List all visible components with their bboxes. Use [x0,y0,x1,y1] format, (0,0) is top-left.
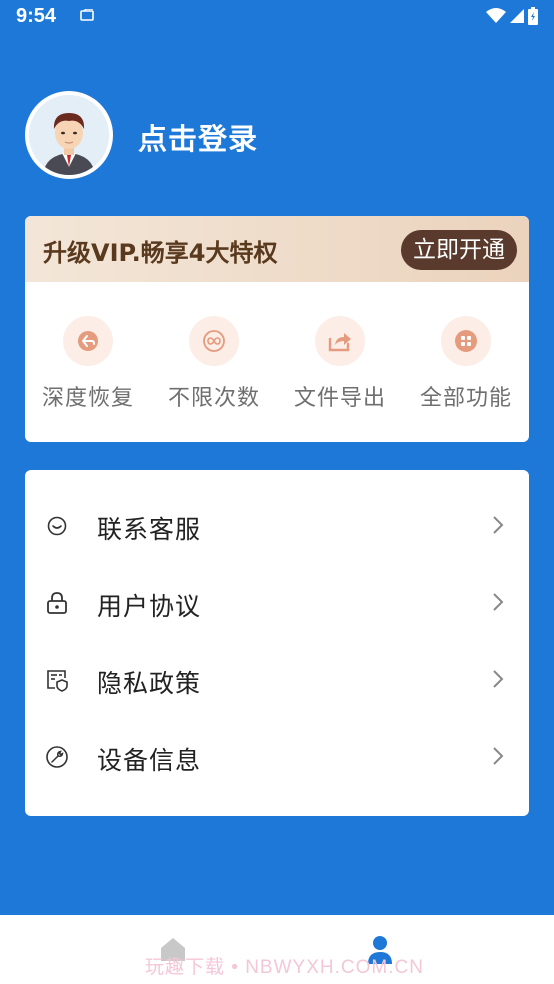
feature-deep-restore[interactable]: 深度恢复 [25,316,151,412]
menu-card: 联系客服 用户协议 隐私政策 设备信息 [25,470,529,816]
feature-unlimited[interactable]: 不限次数 [151,316,277,412]
vip-title: 升级VIP.畅享4大特权 [43,239,278,267]
battery-icon [528,7,538,25]
feature-all-functions[interactable]: 全部功能 [403,316,529,412]
login-link[interactable]: 点击登录 [138,116,258,158]
feature-label: 全部功能 [419,386,512,411]
chevron-right-icon [493,747,504,765]
feature-file-export[interactable]: 文件导出 [277,316,403,412]
menu-label: 用户协议 [97,592,202,621]
lock-icon [47,592,67,614]
watermark-text: 玩趣下载 • NBWYXH.COM.CN [145,957,424,978]
chevron-right-icon [493,516,504,534]
grid-icon [441,316,491,366]
menu-label: 设备信息 [97,746,202,775]
smile-icon [47,516,67,536]
feature-label: 深度恢复 [41,386,134,411]
menu-item-customer-service[interactable]: 联系客服 [25,498,529,558]
vip-banner: 升级VIP.畅享4大特权 立即开通 [25,216,529,282]
wrench-icon [46,746,68,768]
share-icon [315,316,365,366]
menu-item-user-agreement[interactable]: 用户协议 [25,575,529,635]
notification-icon [80,9,94,21]
menu-item-device-info[interactable]: 设备信息 [25,729,529,789]
vip-card: 升级VIP.畅享4大特权 立即开通 深度恢复 不限次数 文件导出 全部功能 [25,216,529,442]
wifi-icon [486,8,506,23]
signal-icon [510,9,524,23]
chevron-right-icon [493,593,504,611]
avatar[interactable] [25,91,113,179]
feature-label: 文件导出 [293,386,386,411]
status-bar: 9:54 [0,0,554,34]
chevron-right-icon [493,670,504,688]
status-icons [486,7,538,25]
restore-icon [63,316,113,366]
menu-label: 隐私政策 [97,669,202,698]
feature-label: 不限次数 [167,386,260,411]
privacy-icon [47,670,68,692]
bottom-nav: 玩趣下载 • NBWYXH.COM.CN [0,915,554,984]
status-time: 9:54 [16,5,57,27]
vip-features: 深度恢复 不限次数 文件导出 全部功能 [25,316,529,412]
avatar-illustration [29,95,109,175]
menu-item-privacy-policy[interactable]: 隐私政策 [25,652,529,712]
activate-vip-button[interactable]: 立即开通 [401,230,517,270]
infinity-icon [189,316,239,366]
menu-label: 联系客服 [97,515,202,544]
